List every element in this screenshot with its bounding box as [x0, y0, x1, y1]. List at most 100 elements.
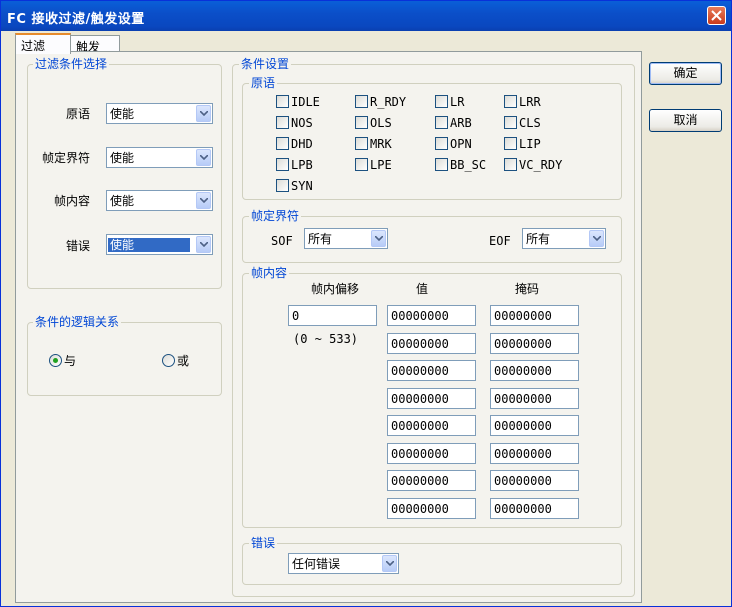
mask-input[interactable]: 00000000 — [490, 305, 579, 326]
tab-filter-label: 过滤 — [21, 39, 46, 53]
logic-group: 条件的逻辑关系 与 或 — [27, 315, 222, 396]
checkbox-opn[interactable] — [435, 137, 448, 150]
chevron-down-icon[interactable] — [196, 236, 211, 253]
value-column-header: 值 — [416, 282, 429, 296]
checkbox-lpb[interactable] — [276, 158, 289, 171]
value-input-text: 00000000 — [391, 474, 449, 488]
sof-select[interactable]: 所有 — [304, 228, 388, 249]
checkbox-idle[interactable] — [276, 95, 289, 108]
checkbox-label-syn: SYN — [291, 179, 313, 193]
ok-button[interactable]: 确定 — [649, 62, 722, 85]
checkbox-label-lr: LR — [450, 95, 465, 109]
chevron-down-icon[interactable] — [196, 192, 211, 209]
mask-input-text: 00000000 — [494, 336, 552, 351]
error-type-select-value: 任何错误 — [292, 557, 341, 571]
mask-input-text: 00000000 — [494, 474, 552, 488]
mask-input-text: 00000000 — [494, 501, 552, 516]
value-input-text: 00000000 — [391, 309, 449, 323]
chevron-down-icon[interactable] — [371, 230, 386, 247]
checkbox-lr[interactable] — [435, 95, 448, 108]
sof-label: SOF — [271, 234, 293, 248]
value-input[interactable]: 00000000 — [387, 415, 476, 436]
value-input[interactable]: 00000000 — [387, 442, 476, 464]
mask-input[interactable]: 00000000 — [490, 360, 579, 381]
chevron-down-icon[interactable] — [382, 555, 397, 572]
checkbox-nos[interactable] — [276, 116, 289, 129]
delimiter-group: 帧定界符 SOF 所有 EOF 所有 — [242, 209, 622, 263]
checkbox-label-nos: NOS — [291, 116, 313, 130]
checkbox-label-opn: OPN — [450, 137, 472, 151]
mask-input[interactable]: 00000000 — [490, 497, 579, 519]
checkbox-lpe[interactable] — [355, 158, 368, 171]
close-button[interactable] — [707, 6, 726, 25]
checkbox-mrk[interactable] — [355, 137, 368, 150]
checkbox-label-ols: OLS — [370, 116, 392, 130]
dialog-window: FC 接收过滤/触发设置 过滤 触发 过滤条件选择 原语 使能 帧定界符 使能 … — [0, 0, 732, 607]
mask-input-text: 00000000 — [494, 364, 552, 378]
radio-dot — [53, 358, 58, 363]
and-radio[interactable] — [49, 354, 62, 367]
eof-select[interactable]: 所有 — [522, 228, 606, 249]
checkbox-dhd[interactable] — [276, 137, 289, 150]
mask-input[interactable]: 00000000 — [490, 332, 579, 354]
error-select[interactable]: 使能 — [106, 234, 213, 255]
checkbox-arb[interactable] — [435, 116, 448, 129]
conditions-title: 条件设置 — [239, 57, 292, 71]
conditions-group: 条件设置 原语 IDLE R_RDY LR LRR NOS OLS ARB CLS DHD MRK… — [232, 57, 635, 597]
offset-column-header: 帧内偏移 — [311, 282, 360, 296]
value-input[interactable]: 00000000 — [387, 497, 476, 519]
checkbox-label-dhd: DHD — [291, 137, 313, 151]
window-title: FC 接收过滤/触发设置 — [7, 12, 145, 27]
filter-select-group: 过滤条件选择 原语 使能 帧定界符 使能 帧内容 使能 错误 使能 — [27, 57, 222, 289]
checkbox-ols[interactable] — [355, 116, 368, 129]
value-input[interactable]: 00000000 — [387, 332, 476, 354]
value-input-text: 00000000 — [391, 446, 449, 461]
checkbox-lip[interactable] — [504, 137, 517, 150]
checkbox-label-mrk: MRK — [370, 137, 392, 151]
checkbox-syn[interactable] — [276, 179, 289, 192]
error-type-select[interactable]: 任何错误 — [288, 553, 399, 574]
value-input[interactable]: 00000000 — [387, 360, 476, 381]
value-input[interactable]: 00000000 — [387, 470, 476, 491]
chevron-down-icon[interactable] — [196, 149, 211, 166]
value-input-text: 00000000 — [391, 391, 449, 406]
checkbox-bb_sc[interactable] — [435, 158, 448, 171]
tab-filter[interactable]: 过滤 — [15, 33, 71, 54]
title-bar[interactable]: FC 接收过滤/触发设置 — [1, 1, 731, 31]
offset-input[interactable]: 0 — [288, 305, 377, 326]
mask-column-header: 掩码 — [515, 282, 540, 296]
mask-input-text: 00000000 — [494, 419, 552, 433]
checkbox-label-r_rdy: R_RDY — [370, 95, 407, 109]
mask-input-text: 00000000 — [494, 309, 552, 323]
mask-input[interactable]: 00000000 — [490, 442, 579, 464]
mask-input[interactable]: 00000000 — [490, 415, 579, 436]
checkbox-label-bb_sc: BB_SC — [450, 158, 487, 172]
value-input[interactable]: 00000000 — [387, 305, 476, 326]
offset-range-text: (0 ~ 533) — [293, 332, 359, 346]
chevron-down-icon[interactable] — [196, 105, 211, 122]
checkbox-vc_rdy[interactable] — [504, 158, 517, 171]
error-select-value: 使能 — [108, 238, 190, 252]
checkbox-r_rdy[interactable] — [355, 95, 368, 108]
or-radio[interactable] — [162, 354, 175, 367]
value-input[interactable]: 00000000 — [387, 387, 476, 409]
mask-input[interactable]: 00000000 — [490, 470, 579, 491]
content-title: 帧内容 — [249, 266, 290, 280]
chevron-down-icon[interactable] — [589, 230, 604, 247]
eof-label: EOF — [489, 234, 511, 248]
delimiter-select[interactable]: 使能 — [106, 147, 213, 168]
checkbox-label-cls: CLS — [519, 116, 541, 130]
mask-input[interactable]: 00000000 — [490, 387, 579, 409]
logic-title: 条件的逻辑关系 — [33, 315, 122, 329]
primitives-group: 原语 IDLE R_RDY LR LRR NOS OLS ARB CLS DHD MRK OPN LI… — [242, 76, 622, 200]
cancel-button[interactable]: 取消 — [649, 109, 722, 132]
content-label: 帧内容 — [54, 194, 91, 208]
value-input-text: 00000000 — [391, 501, 449, 516]
checkbox-lrr[interactable] — [504, 95, 517, 108]
tab-panel: 过滤条件选择 原语 使能 帧定界符 使能 帧内容 使能 错误 使能 条件的逻辑关… — [15, 51, 642, 603]
content-select[interactable]: 使能 — [106, 190, 213, 211]
checkbox-label-lpe: LPE — [370, 158, 392, 172]
primitive-select[interactable]: 使能 — [106, 103, 213, 124]
checkbox-cls[interactable] — [504, 116, 517, 129]
checkbox-label-lpb: LPB — [291, 158, 313, 172]
